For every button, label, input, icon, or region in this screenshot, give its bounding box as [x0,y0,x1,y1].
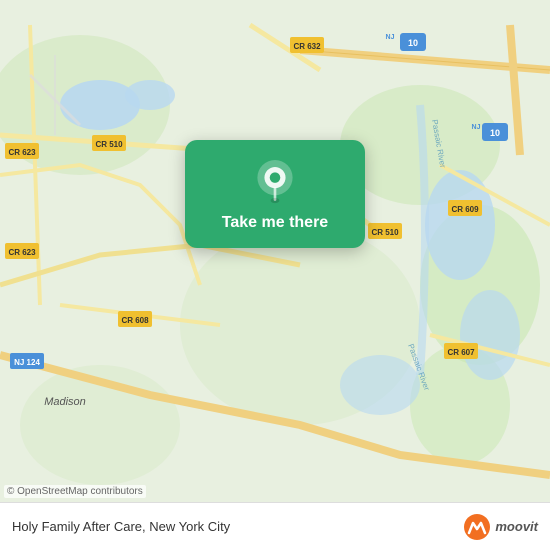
moovit-logo: moovit [463,513,538,541]
map-background: 10 NJ 10 NJ CR 632 CR 510 CR 510 CR 623 … [0,0,550,550]
take-me-there-button[interactable]: Take me there [222,214,328,232]
svg-text:CR 608: CR 608 [121,316,149,325]
moovit-icon [463,513,491,541]
svg-text:Madison: Madison [44,396,86,408]
svg-text:10: 10 [490,128,500,138]
copyright-text: © OpenStreetMap contributors [4,485,146,498]
svg-text:CR 607: CR 607 [447,348,475,357]
svg-text:NJ: NJ [472,124,481,131]
cta-card[interactable]: Take me there [185,140,365,248]
svg-text:CR 510: CR 510 [371,228,399,237]
location-pin-icon [253,160,297,204]
map-container: 10 NJ 10 NJ CR 632 CR 510 CR 510 CR 623 … [0,0,550,550]
svg-text:CR 623: CR 623 [8,148,36,157]
cta-overlay[interactable]: Take me there [185,140,365,248]
moovit-brand-label: moovit [495,519,538,534]
svg-text:NJ: NJ [386,34,395,41]
svg-text:CR 609: CR 609 [451,205,479,214]
svg-text:CR 623: CR 623 [8,248,36,257]
svg-text:NJ 124: NJ 124 [14,358,40,367]
location-label: Holy Family After Care, New York City [12,519,230,534]
svg-text:10: 10 [408,38,418,48]
bottom-bar: Holy Family After Care, New York City mo… [0,502,550,550]
svg-text:CR 632: CR 632 [293,42,321,51]
svg-text:CR 510: CR 510 [95,140,123,149]
